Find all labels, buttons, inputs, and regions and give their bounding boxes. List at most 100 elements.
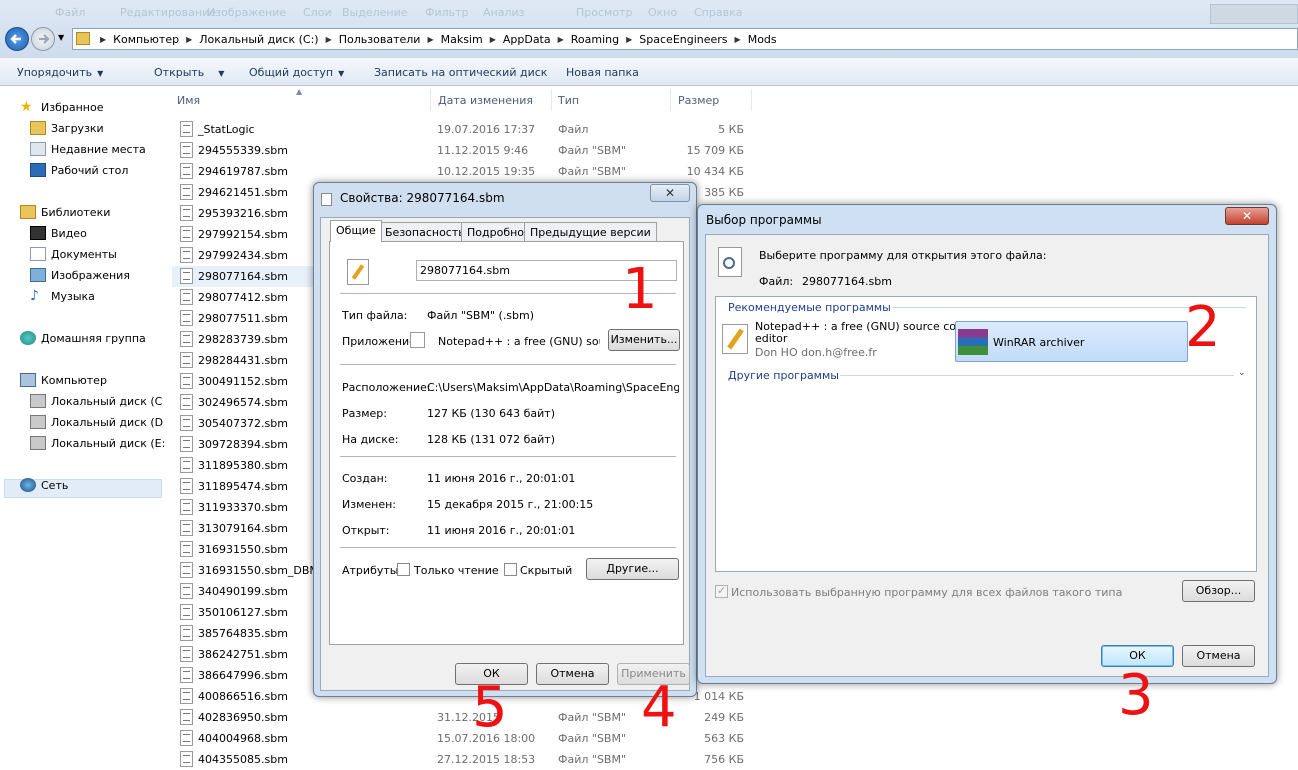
disk-size-value: 128 КБ (131 072 байт) — [427, 433, 555, 446]
column-divider[interactable] — [430, 89, 431, 111]
file-name: 294621451.sbm — [198, 186, 288, 199]
nav-label: Музыка — [51, 289, 95, 303]
divider — [840, 375, 1234, 376]
tab-general[interactable]: Общие — [330, 220, 382, 242]
file-icon — [180, 583, 193, 599]
program-winrar[interactable]: WinRAR archiver — [955, 321, 1188, 362]
open-with-dialog: Выбор программы ✕ Выберите программу для… — [697, 204, 1277, 684]
organize-label: Упорядочить — [17, 66, 93, 79]
nav-label: Загрузки — [51, 121, 104, 135]
breadcrumb-item[interactable]: Компьютер — [113, 33, 179, 46]
readonly-checkbox[interactable] — [397, 563, 410, 576]
nav-computer[interactable]: Компьютер — [20, 371, 107, 389]
nav-disk-c[interactable]: Локальный диск (C — [30, 392, 162, 410]
organize-button[interactable]: Упорядочить ▼ — [17, 66, 103, 79]
nav-favorites[interactable]: ★ Избранное — [20, 98, 103, 116]
browse-button[interactable]: Обзор... — [1182, 580, 1255, 602]
divider — [340, 364, 676, 365]
tab-previous-versions[interactable]: Предыдущие версии — [524, 222, 657, 242]
open-label: Открыть — [154, 66, 205, 79]
file-name: 305407372.sbm — [198, 417, 288, 430]
back-button[interactable] — [5, 27, 29, 51]
open-button[interactable]: Открыть ▼ — [154, 66, 224, 79]
file-name: 404355085.sbm — [198, 753, 288, 766]
program-notepadpp[interactable]: Notepad++ : a free (GNU) source code edi… — [720, 320, 970, 360]
nav-disk-e[interactable]: Локальный диск (E: — [30, 434, 165, 452]
music-icon: ♪ — [30, 288, 39, 304]
table-row[interactable]: 404355085.sbm 27.12.2015 18:53 Файл "SBM" 7… — [162, 749, 762, 770]
desktop-icon — [30, 163, 46, 177]
forward-button[interactable] — [31, 27, 55, 51]
nav-images[interactable]: Изображения — [30, 266, 130, 284]
column-size[interactable]: Размер — [678, 94, 719, 107]
breadcrumb-item[interactable]: SpaceEngineers — [639, 33, 727, 46]
column-divider[interactable] — [551, 89, 552, 111]
program-name: WinRAR archiver — [993, 336, 1085, 349]
change-button[interactable]: Изменить... — [608, 329, 680, 351]
new-folder-button[interactable]: Новая папка — [566, 66, 639, 79]
burn-button[interactable]: Записать на оптический диск — [374, 66, 547, 79]
other-attributes-button[interactable]: Другие... — [586, 558, 679, 580]
file-icon — [180, 352, 193, 368]
share-button[interactable]: Общий доступ ▼ — [249, 66, 344, 79]
dialog-title: Выбор программы — [706, 213, 822, 227]
close-button[interactable]: ✕ — [1225, 207, 1269, 225]
breadcrumb-item[interactable]: Локальный диск (C:) — [199, 33, 318, 46]
column-divider[interactable] — [670, 89, 671, 111]
file-name: 298077412.sbm — [198, 291, 288, 304]
nav-video[interactable]: Видео — [30, 224, 87, 242]
cancel-button[interactable]: Отмена — [536, 663, 609, 685]
menu-ghost: Файл — [55, 6, 86, 19]
tab-security[interactable]: Безопасность — [379, 222, 471, 242]
nav-downloads[interactable]: Загрузки — [30, 119, 104, 137]
nav-documents[interactable]: Документы — [30, 245, 117, 263]
drive-icon — [30, 436, 46, 450]
command-bar: Упорядочить ▼ Открыть ▼ Общий доступ ▼ Запи… — [0, 58, 1298, 137]
nav-music[interactable]: ♪ Музыка — [30, 287, 95, 305]
always-use-checkbox[interactable]: ✓ — [715, 584, 728, 598]
nav-network[interactable]: Сеть — [20, 476, 68, 494]
breadcrumb-item[interactable]: Mods — [748, 33, 777, 46]
downloads-folder-icon — [30, 121, 46, 135]
address-bar[interactable]: ▶ Компьютер ▶ Локальный диск (C:) ▶ Поль… — [72, 28, 1298, 50]
table-row[interactable]: 294619787.sbm 10.12.2015 19:35 Файл "SBM" 1… — [162, 161, 762, 182]
table-row[interactable]: _StatLogic 19.07.2016 17:37 Файл 5 КБ — [162, 119, 762, 140]
column-name[interactable]: Имя — [177, 94, 200, 107]
nav-desktop[interactable]: Рабочий стол — [30, 161, 128, 179]
hidden-label: Скрытый — [520, 564, 573, 577]
nav-label: Изображения — [51, 268, 130, 282]
breadcrumb-item[interactable]: Roaming — [571, 33, 619, 46]
breadcrumb-item[interactable]: Maksim — [441, 33, 483, 46]
file-icon — [180, 310, 193, 326]
chevron-down-icon[interactable]: ⌄ — [1238, 368, 1246, 378]
file-type: Файл — [558, 123, 589, 136]
nav-label: Избранное — [41, 100, 104, 114]
type-value: Файл "SBM" (.sbm) — [427, 309, 535, 322]
nav-homegroup[interactable]: Домашняя группа — [20, 329, 146, 347]
close-button[interactable]: ✕ — [650, 184, 690, 202]
nav-label: Сеть — [41, 478, 69, 492]
table-row[interactable]: 294555339.sbm 11.12.2015 9:46 Файл "SBM" 15… — [162, 140, 762, 161]
file-icon — [180, 121, 193, 137]
breadcrumb-item[interactable]: Пользователи — [339, 33, 421, 46]
tab-details[interactable]: Подробно — [461, 222, 531, 242]
nav-recent[interactable]: Недавние места — [30, 140, 146, 158]
program-name: editor — [755, 332, 788, 345]
hidden-checkbox[interactable] — [504, 563, 517, 576]
nav-disk-d[interactable]: Локальный диск (D — [30, 413, 163, 431]
divider — [340, 456, 676, 457]
other-programs-header[interactable]: Другие программы — [728, 369, 839, 382]
column-type[interactable]: Тип — [558, 94, 579, 107]
file-icon — [180, 289, 193, 305]
cancel-button[interactable]: Отмена — [1182, 645, 1255, 667]
column-divider[interactable] — [751, 89, 752, 111]
modified-label: Изменен: — [342, 498, 397, 511]
file-icon — [180, 520, 193, 536]
file-icon — [180, 163, 193, 179]
nav-libraries[interactable]: Библиотеки — [20, 203, 110, 221]
file-name: 340490199.sbm — [198, 585, 288, 598]
breadcrumb-item[interactable]: AppData — [503, 33, 551, 46]
column-date[interactable]: Дата изменения — [438, 94, 533, 107]
history-dropdown-icon[interactable]: ▼ — [58, 33, 64, 42]
file-icon — [180, 331, 193, 347]
